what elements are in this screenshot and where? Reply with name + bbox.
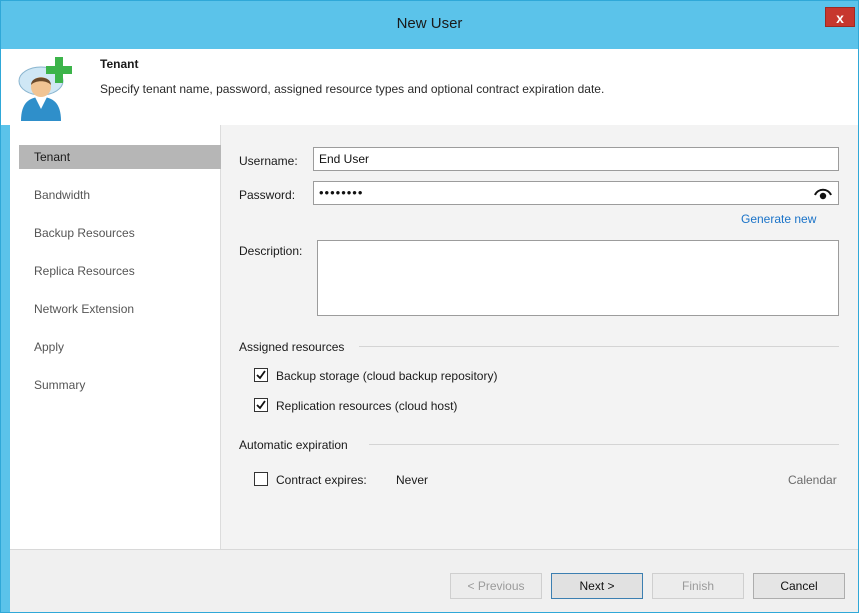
description-label: Description: — [239, 244, 303, 258]
backup-storage-checkbox[interactable] — [254, 368, 268, 382]
password-label: Password: — [239, 188, 296, 202]
sidebar-item-bandwidth[interactable]: Bandwidth — [19, 183, 227, 207]
finish-button[interactable]: Finish — [652, 573, 744, 599]
description-textarea[interactable] — [317, 240, 839, 316]
show-password-eye-icon[interactable] — [814, 186, 832, 200]
assigned-resources-heading: Assigned resources — [239, 340, 345, 354]
title-bar[interactable]: New User x — [1, 1, 858, 49]
contract-expires-value: Never — [396, 473, 429, 487]
contract-expires-checkbox[interactable] — [254, 472, 268, 486]
username-value: End User — [319, 152, 370, 166]
sidebar-item-apply[interactable]: Apply — [19, 335, 227, 359]
sidebar-item-backup-resources[interactable]: Backup Resources — [19, 221, 227, 245]
sidebar-item-label: Tenant — [34, 150, 71, 164]
close-icon: x — [836, 10, 844, 26]
left-accent-band — [1, 125, 10, 612]
sidebar-item-label: Bandwidth — [34, 188, 91, 202]
window-title: New User — [396, 15, 463, 32]
next-button[interactable]: Next > — [551, 573, 643, 599]
sidebar-item-label: Summary — [34, 378, 86, 392]
contract-expires-label[interactable]: Contract expires: — [276, 473, 367, 487]
sidebar-item-network-extension[interactable]: Network Extension — [19, 297, 227, 321]
replication-resources-checkbox[interactable] — [254, 398, 268, 412]
checkmark-icon — [256, 400, 266, 410]
username-input[interactable]: End User — [313, 147, 839, 171]
wizard-header: Tenant Specify tenant name, password, as… — [1, 49, 858, 126]
tenant-add-user-icon — [15, 53, 83, 121]
previous-button[interactable]: < Previous — [450, 573, 542, 599]
header-title: Tenant — [100, 57, 139, 71]
sidebar-item-label: Backup Resources — [34, 226, 135, 240]
sidebar-item-tenant[interactable]: Tenant — [19, 145, 227, 169]
sidebar-item-label: Network Extension — [34, 302, 135, 316]
username-label: Username: — [239, 154, 298, 168]
wizard-footer: < Previous Next > Finish Cancel — [10, 549, 858, 612]
generate-new-link[interactable]: Generate new — [741, 212, 816, 226]
sidebar-item-label: Replica Resources — [34, 264, 135, 278]
password-value: •••••••• — [319, 185, 364, 200]
cancel-button[interactable]: Cancel — [753, 573, 845, 599]
sidebar-item-summary[interactable]: Summary — [19, 373, 227, 397]
sidebar-item-label: Apply — [34, 340, 65, 354]
backup-storage-label[interactable]: Backup storage (cloud backup repository) — [276, 369, 497, 383]
sidebar-item-replica-resources[interactable]: Replica Resources — [19, 259, 227, 283]
calendar-link[interactable]: Calendar — [788, 473, 837, 487]
checkmark-icon — [256, 370, 266, 380]
assigned-resources-divider — [359, 346, 839, 347]
wizard-steps-sidebar: Tenant Bandwidth Backup Resources Replic… — [10, 125, 227, 549]
replication-resources-label[interactable]: Replication resources (cloud host) — [276, 399, 457, 413]
tenant-settings-panel: Username: End User Password: •••••••• Ge… — [221, 125, 858, 549]
automatic-expiration-divider — [369, 444, 839, 445]
header-description: Specify tenant name, password, assigned … — [100, 82, 605, 96]
password-input[interactable]: •••••••• — [313, 181, 839, 205]
new-user-dialog: New User x Tenant Specify tenant name, p… — [0, 0, 859, 613]
close-button[interactable]: x — [825, 7, 855, 27]
automatic-expiration-heading: Automatic expiration — [239, 438, 348, 452]
